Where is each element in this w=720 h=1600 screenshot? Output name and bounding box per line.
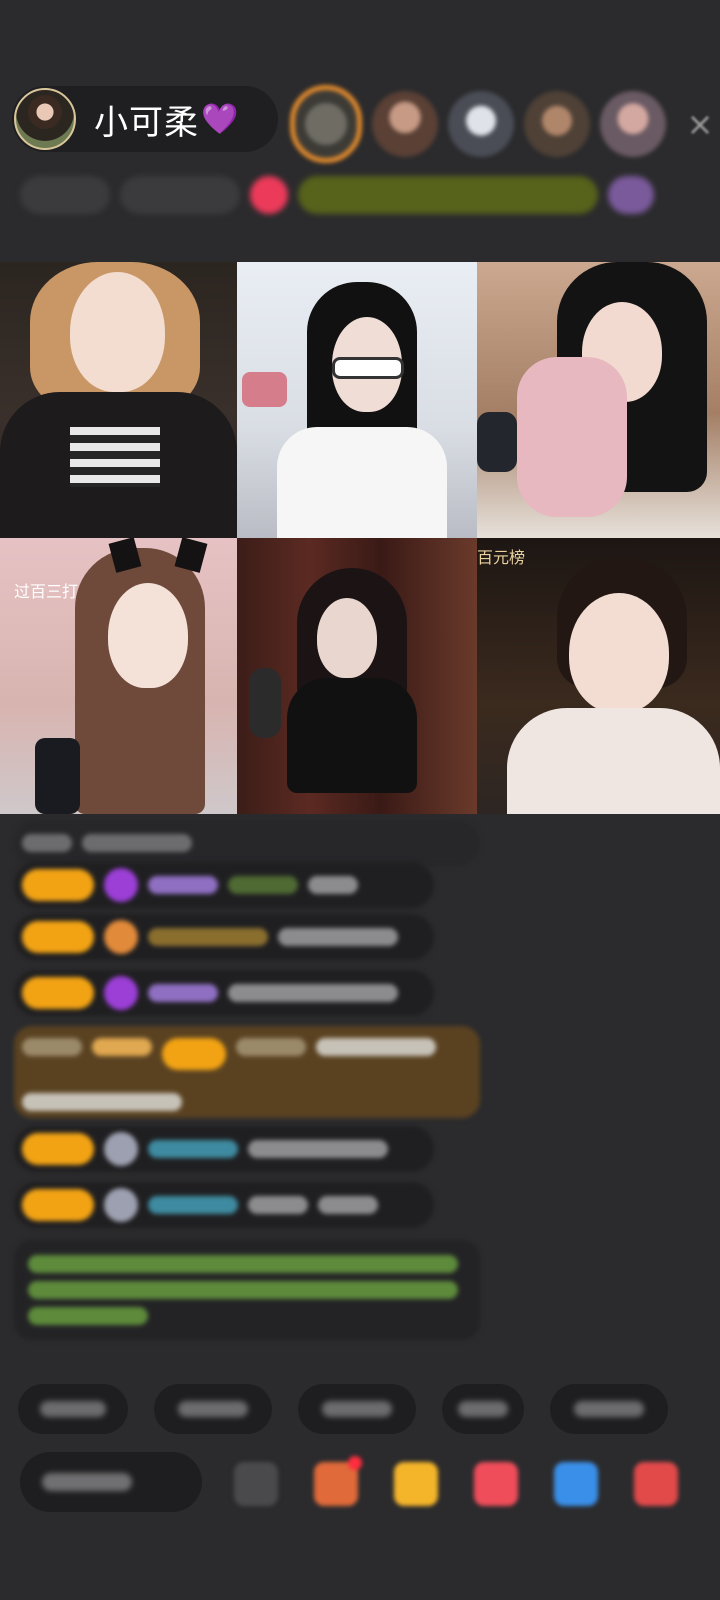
shop-icon[interactable] (314, 1456, 362, 1506)
level-badge (22, 977, 94, 1009)
gift-icon (104, 1132, 138, 1166)
more-icon[interactable] (234, 1462, 278, 1506)
level-badge (22, 869, 94, 901)
video-tile[interactable]: 过百三打三 (0, 538, 237, 814)
level-badge (22, 1189, 94, 1221)
host-avatar[interactable] (14, 88, 76, 150)
red-packet-icon[interactable] (474, 1462, 518, 1506)
chat-input[interactable] (20, 1452, 202, 1512)
gift-box-icon[interactable] (394, 1462, 438, 1506)
chat-message[interactable] (14, 970, 434, 1016)
viewer-list: × (290, 85, 718, 163)
host-info[interactable]: 小可柔 💜 (12, 86, 278, 152)
quick-reply-button[interactable] (18, 1384, 128, 1434)
room-info-strip (20, 170, 700, 220)
quick-reply-button[interactable] (550, 1384, 668, 1434)
highlight-message[interactable] (14, 1026, 480, 1118)
viewer-avatar[interactable] (524, 91, 590, 157)
gift-icon (104, 1188, 138, 1222)
host-name: 小可柔 (94, 102, 199, 143)
gift-icon[interactable] (608, 176, 654, 214)
fire-icon[interactable] (250, 176, 288, 214)
video-tile[interactable]: 百元榜 (477, 538, 720, 814)
viewer-avatar[interactable] (600, 91, 666, 157)
rank-chip[interactable] (20, 176, 110, 214)
video-tile[interactable] (237, 538, 477, 814)
chat-message[interactable] (14, 820, 480, 866)
level-badge (22, 921, 94, 953)
viewer-avatar[interactable] (372, 91, 438, 157)
chat-message[interactable] (14, 1182, 434, 1228)
tile-label: 百元榜 (477, 548, 526, 567)
quick-reply-button[interactable] (298, 1384, 416, 1434)
viewer-avatar[interactable] (290, 85, 362, 163)
share-icon[interactable] (554, 1462, 598, 1506)
gift-icon (104, 976, 138, 1010)
popularity-chip[interactable] (120, 176, 240, 214)
quick-reply-row (18, 1384, 668, 1434)
system-notice (14, 1240, 480, 1340)
chat-message[interactable] (14, 1126, 434, 1172)
close-icon[interactable]: × (682, 106, 718, 142)
level-badge (22, 1133, 94, 1165)
viewer-avatar[interactable] (448, 91, 514, 157)
chat-message[interactable] (14, 914, 434, 960)
video-tile[interactable] (237, 262, 477, 538)
video-grid: 过百三打三 百元榜 (0, 262, 720, 814)
video-tile[interactable] (477, 262, 720, 538)
heart-icon: 💜 (201, 101, 239, 137)
gift-icon (104, 920, 138, 954)
video-tile[interactable] (0, 262, 237, 538)
quick-reply-button[interactable] (442, 1384, 524, 1434)
gift-icon (104, 868, 138, 902)
quick-reply-button[interactable] (154, 1384, 272, 1434)
bottom-toolbar (20, 1452, 710, 1516)
chat-message[interactable] (14, 862, 434, 908)
notice-chip[interactable] (298, 176, 598, 214)
gift-icon[interactable] (634, 1462, 678, 1506)
